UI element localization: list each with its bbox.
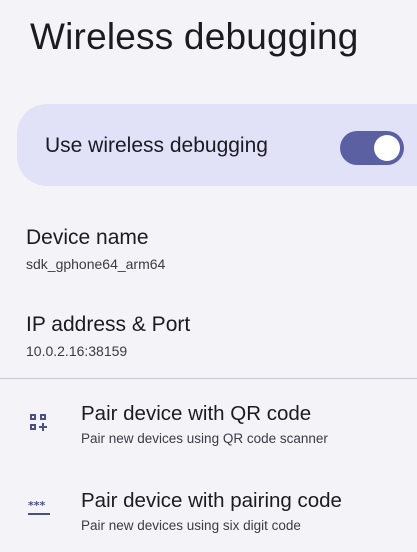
device-name-value: sdk_gphone64_arm64 <box>26 256 166 272</box>
pair-qr-title: Pair device with QR code <box>81 402 312 425</box>
page-title: Wireless debugging <box>30 16 359 57</box>
use-wireless-debugging-switch-bar[interactable]: Use wireless debugging <box>17 104 417 186</box>
qr-code-scanner-icon <box>28 412 48 432</box>
svg-text:***: *** <box>28 499 46 512</box>
toggle-thumb <box>374 135 400 161</box>
pair-with-qr-code-item[interactable]: Pair device with QR code Pair new device… <box>0 402 417 462</box>
pair-code-summary: Pair new devices using six digit code <box>81 518 301 533</box>
device-name-title: Device name <box>26 226 149 249</box>
ip-address-title: IP address & Port <box>26 313 191 336</box>
pair-code-text: Pair device with pairing code Pair new d… <box>81 489 342 533</box>
section-divider <box>0 378 417 379</box>
wireless-debugging-toggle[interactable] <box>340 131 404 165</box>
pair-qr-text: Pair device with QR code Pair new device… <box>81 402 328 446</box>
ip-address-value: 10.0.2.16:38159 <box>26 343 128 359</box>
wireless-debugging-screen: Wireless debugging Use wireless debuggin… <box>0 0 417 552</box>
ip-address-item[interactable]: IP address & Port 10.0.2.16:38159 <box>26 313 190 359</box>
device-name-item[interactable]: Device name sdk_gphone64_arm64 <box>26 226 165 272</box>
pair-code-title: Pair device with pairing code <box>81 489 342 512</box>
password-dots-icon: *** <box>28 497 50 517</box>
pair-qr-summary: Pair new devices using QR code scanner <box>81 431 328 446</box>
pair-with-pairing-code-item[interactable]: *** Pair device with pairing code Pair n… <box>0 489 417 549</box>
main-switch-label: Use wireless debugging <box>45 134 268 157</box>
